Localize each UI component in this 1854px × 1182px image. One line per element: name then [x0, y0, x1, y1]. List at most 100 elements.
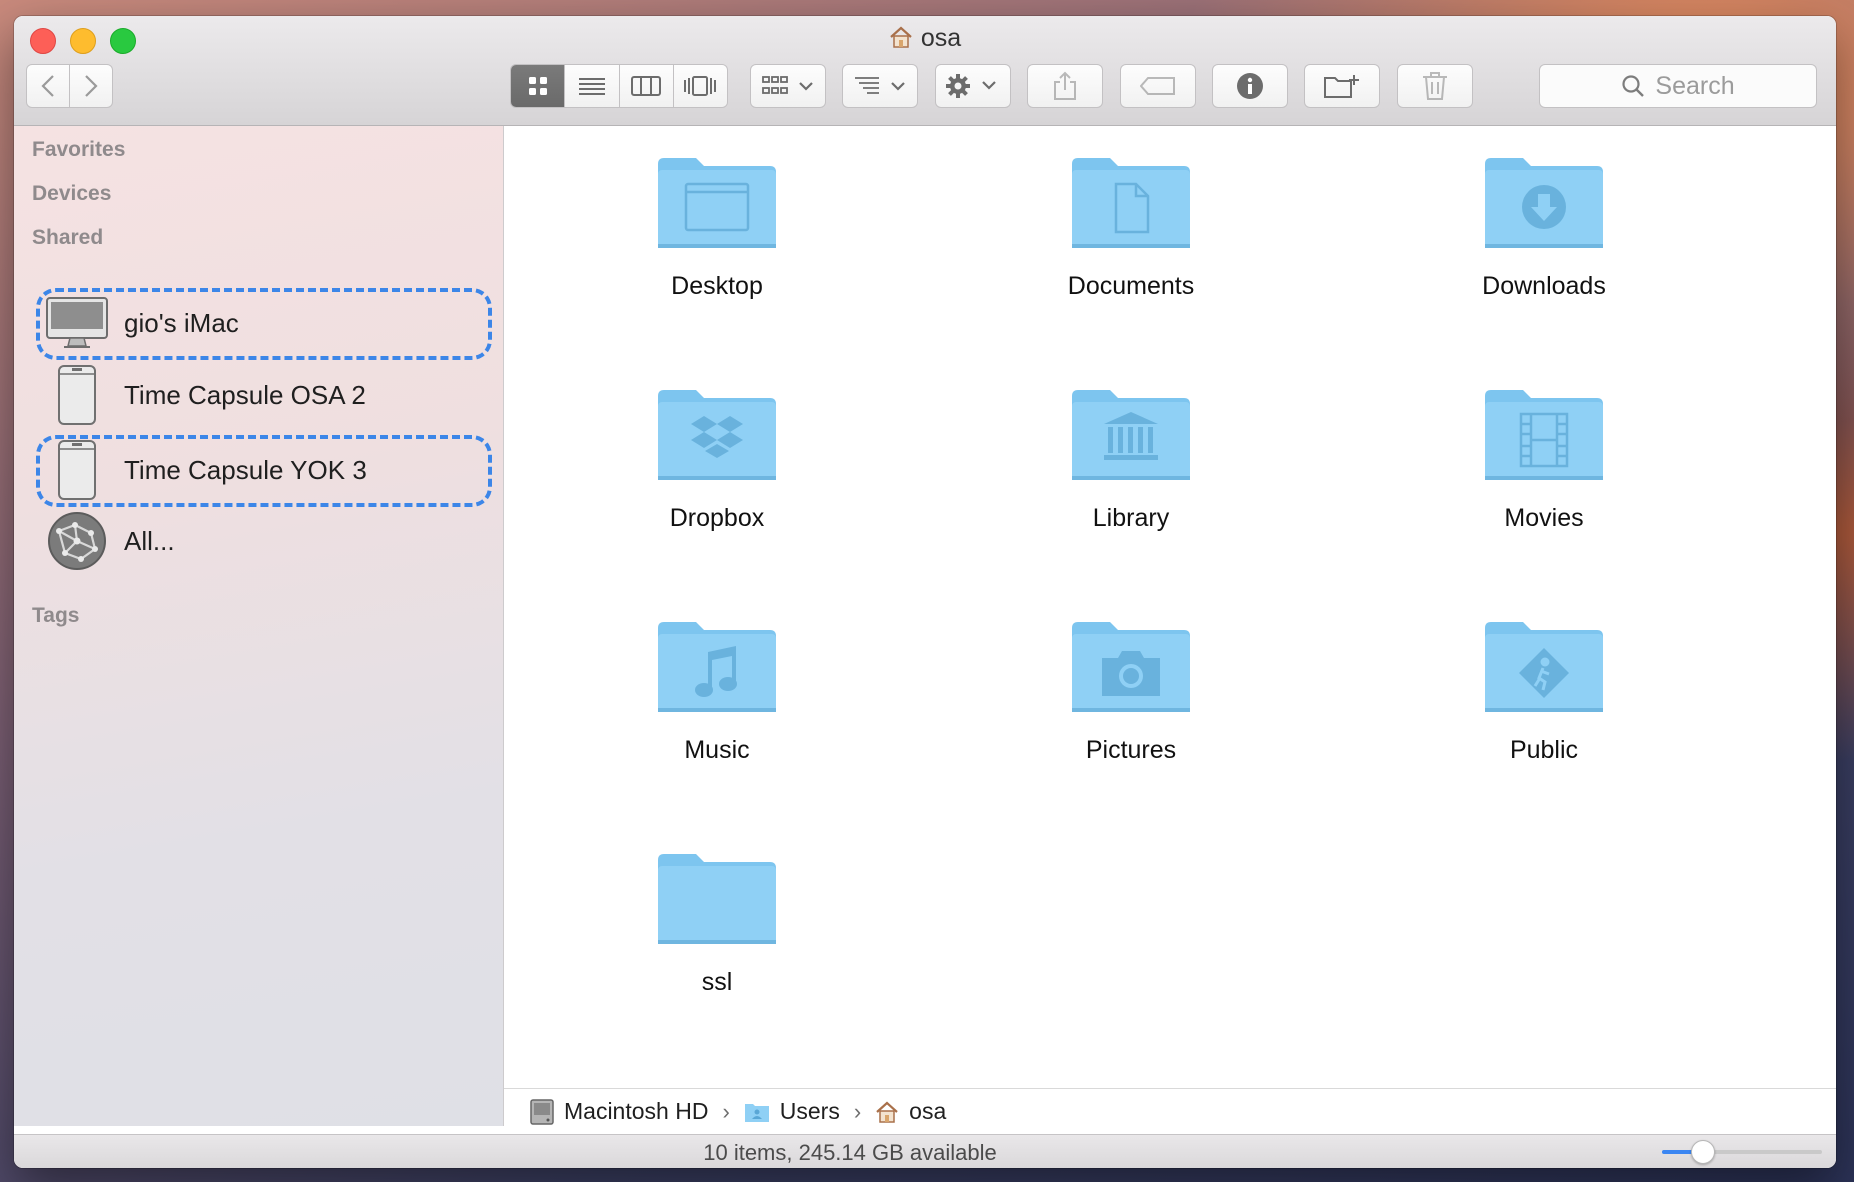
tag-icon	[1140, 77, 1175, 95]
window-title-text: osa	[920, 24, 962, 52]
sidebar-section-shared[interactable]: Shared	[32, 226, 103, 250]
path-item-users[interactable]: Users	[744, 1098, 840, 1125]
slider-knob[interactable]	[1691, 1140, 1715, 1164]
share-icon	[1054, 71, 1076, 100]
forward-icon	[85, 75, 98, 97]
folder-icon	[658, 854, 776, 944]
file-item-ssl[interactable]: ssl	[597, 850, 837, 997]
path-item-osa[interactable]: osa	[875, 1098, 946, 1125]
movies-folder-icon	[1485, 390, 1603, 480]
finder-window: osa Search Favorites Devices Shared gio'…	[14, 16, 1836, 1168]
sidebar-item-all-shared[interactable]: All...	[44, 510, 484, 572]
path-item-label: Macintosh HD	[564, 1098, 709, 1124]
file-label: Downloads	[1482, 272, 1606, 300]
list-view-icon	[578, 78, 605, 95]
home-icon	[876, 1101, 898, 1123]
pictures-folder-icon	[1072, 622, 1190, 712]
file-label: Dropbox	[669, 504, 765, 532]
file-item-downloads[interactable]: Downloads	[1424, 154, 1664, 301]
file-label: Desktop	[671, 272, 763, 300]
file-label: Music	[684, 736, 750, 764]
file-item-desktop[interactable]: Desktop	[597, 154, 837, 301]
sidebar-section-devices[interactable]: Devices	[32, 182, 111, 206]
search-placeholder: Search	[1655, 71, 1735, 100]
info-icon	[1237, 73, 1263, 99]
imac-icon	[44, 292, 110, 354]
sidebar-item-label: All...	[124, 525, 175, 556]
get-info-button[interactable]	[1212, 64, 1288, 108]
arrange-icon	[762, 76, 813, 94]
action-button[interactable]	[935, 64, 1011, 108]
search-field[interactable]: Search	[1539, 64, 1817, 108]
view-mode-segment	[510, 64, 728, 108]
file-item-pictures[interactable]: Pictures	[1011, 618, 1251, 765]
file-item-documents[interactable]: Documents	[1011, 154, 1251, 301]
search-icon	[1622, 75, 1645, 97]
sidebar-section-favorites[interactable]: Favorites	[32, 138, 125, 162]
sidebar-item-gios-imac[interactable]: gio's iMac	[44, 292, 484, 354]
file-label: ssl	[701, 968, 733, 996]
cover-flow-view-button[interactable]	[673, 65, 727, 107]
tags-button[interactable]	[1120, 64, 1196, 108]
path-item-macintosh-hd[interactable]: Macintosh HD	[530, 1098, 708, 1125]
sidebar-item-label: gio's iMac	[124, 307, 239, 338]
file-label: Movies	[1504, 504, 1584, 532]
file-item-music[interactable]: Music	[597, 618, 837, 765]
icon-size-slider[interactable]	[1662, 1140, 1822, 1164]
dropbox-folder-icon	[658, 390, 776, 480]
music-folder-icon	[658, 622, 776, 712]
file-label: Pictures	[1085, 736, 1177, 764]
file-label: Public	[1509, 736, 1579, 764]
users-folder-icon	[744, 1103, 769, 1122]
home-icon	[889, 25, 913, 56]
documents-folder-icon	[1072, 158, 1190, 248]
trash-button[interactable]	[1397, 64, 1473, 108]
chevron-right-icon: ›	[722, 1098, 730, 1124]
sidebar: Favorites Devices Shared gio's iMac Time…	[14, 126, 504, 1126]
time-capsule-icon	[44, 439, 110, 501]
file-item-movies[interactable]: Movies	[1424, 386, 1664, 533]
path-item-label: osa	[909, 1098, 947, 1124]
status-text: 10 items, 245.14 GB available	[703, 1140, 997, 1165]
column-view-icon	[631, 76, 662, 96]
downloads-folder-icon	[1485, 158, 1603, 248]
file-item-public[interactable]: Public	[1424, 618, 1664, 765]
forward-button[interactable]	[69, 64, 113, 108]
sidebar-item-label: Time Capsule OSA 2	[124, 379, 366, 410]
cover-flow-view-icon	[684, 76, 717, 96]
sidebar-item-time-capsule-osa-2[interactable]: Time Capsule OSA 2	[44, 364, 484, 426]
path-bar: Macintosh HD › Users › osa	[504, 1088, 1836, 1134]
status-text-wrap: 10 items, 245.14 GB available	[14, 1140, 1836, 1166]
public-folder-icon	[1485, 622, 1603, 712]
new-folder-icon	[1324, 75, 1359, 98]
arrange-button[interactable]	[750, 64, 826, 108]
back-icon	[41, 75, 54, 97]
sidebar-section-tags[interactable]: Tags	[32, 604, 79, 628]
sidebar-item-time-capsule-yok-3[interactable]: Time Capsule YOK 3	[44, 439, 484, 501]
toolbar: osa Search	[14, 16, 1836, 126]
file-label: Library	[1092, 504, 1170, 532]
time-capsule-icon	[44, 364, 110, 426]
column-view-button[interactable]	[619, 65, 674, 107]
file-item-library[interactable]: Library	[1011, 386, 1251, 533]
sidebar-item-label: Time Capsule YOK 3	[124, 454, 367, 485]
status-bar: 10 items, 245.14 GB available	[14, 1134, 1836, 1168]
back-button[interactable]	[26, 64, 70, 108]
path-item-label: Users	[779, 1098, 840, 1124]
library-folder-icon	[1072, 390, 1190, 480]
desktop-folder-icon	[658, 158, 776, 248]
window-title: osa	[14, 24, 1836, 56]
network-icon	[44, 510, 110, 572]
hard-drive-icon	[530, 1098, 554, 1125]
share-button[interactable]	[1027, 64, 1103, 108]
sort-icon	[855, 77, 905, 94]
chevron-right-icon: ›	[853, 1098, 862, 1124]
trash-icon	[1423, 72, 1447, 100]
icon-view-button[interactable]	[511, 65, 566, 107]
gear-icon	[946, 74, 996, 98]
file-label: Documents	[1067, 272, 1195, 300]
new-folder-button[interactable]	[1304, 64, 1380, 108]
sort-button[interactable]	[842, 64, 918, 108]
list-view-button[interactable]	[565, 65, 620, 107]
file-item-dropbox[interactable]: Dropbox	[597, 386, 837, 533]
